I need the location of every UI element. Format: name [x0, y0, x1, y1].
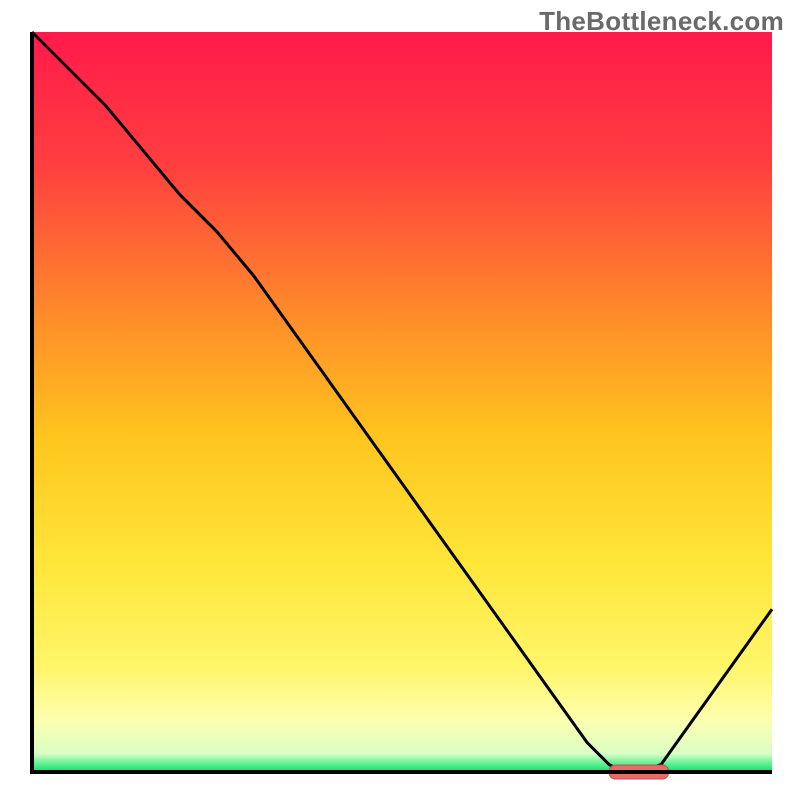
watermark-text: TheBottleneck.com	[539, 6, 784, 37]
chart-root: TheBottleneck.com	[0, 0, 800, 800]
bottleneck-chart	[0, 0, 800, 800]
plot-background	[32, 32, 772, 772]
